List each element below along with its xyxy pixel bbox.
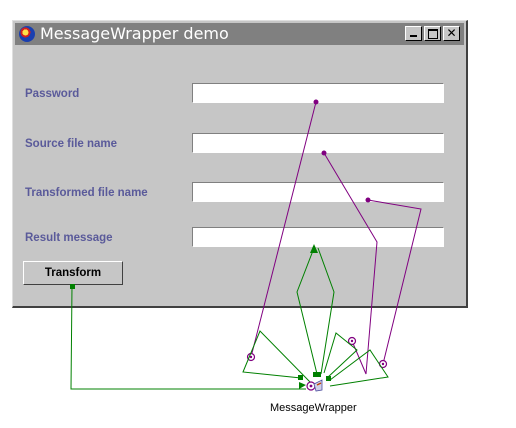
purple-ports: [246, 336, 388, 369]
transformed-connection-dot: [365, 197, 371, 203]
password-connection-dot: [313, 99, 319, 105]
event-arrow-icon: [299, 382, 306, 389]
result-arrow-icon: [310, 244, 318, 253]
green-square-mid: [313, 372, 321, 377]
purple-port-centers: [249, 339, 385, 366]
green-connections: [70, 247, 389, 390]
source-connection-dot: [321, 150, 327, 156]
transformed-connection-line: [367, 199, 422, 365]
green-square-left: [298, 375, 303, 380]
transform-event-dot: [70, 284, 75, 289]
connection-overlay: [70, 99, 422, 392]
messagewrapper-label[interactable]: MessageWrapper: [270, 402, 357, 414]
green-loop-right: [329, 349, 389, 387]
green-markers: [70, 244, 331, 389]
transform-event-line: [70, 285, 306, 390]
password-connection-line: [250, 101, 317, 358]
result-connection-left: [296, 247, 318, 375]
result-connection-right: [317, 247, 335, 375]
green-square-right: [326, 376, 331, 381]
purple-endpoints: [313, 99, 371, 203]
